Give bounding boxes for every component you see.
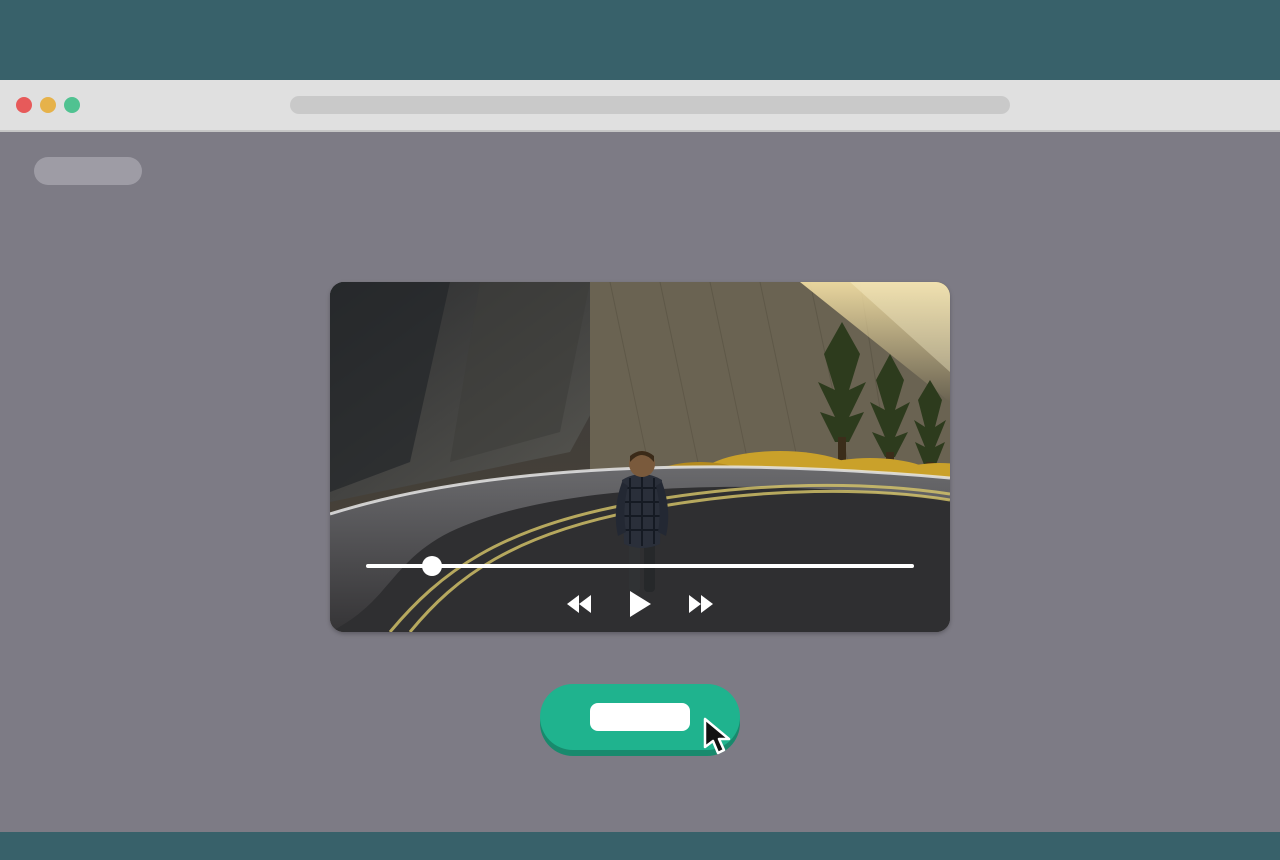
window-controls — [16, 97, 80, 113]
video-frame — [330, 282, 950, 632]
window-close-button[interactable] — [16, 97, 32, 113]
fast-forward-icon — [685, 592, 715, 616]
browser-window — [0, 80, 1280, 832]
video-controls — [330, 584, 950, 624]
window-minimize-button[interactable] — [40, 97, 56, 113]
video-player[interactable] — [330, 282, 950, 632]
play-button[interactable] — [624, 588, 656, 620]
cta-button-label — [590, 703, 690, 731]
rewind-button[interactable] — [564, 588, 596, 620]
video-progress-knob[interactable] — [422, 556, 442, 576]
page-content — [0, 132, 1280, 832]
url-bar[interactable] — [290, 96, 1010, 114]
rewind-icon — [565, 592, 595, 616]
video-progress-track[interactable] — [366, 564, 914, 568]
browser-titlebar — [0, 80, 1280, 132]
cta-button[interactable] — [540, 684, 740, 750]
forward-button[interactable] — [684, 588, 716, 620]
page-tab[interactable] — [34, 157, 142, 185]
play-icon — [627, 589, 653, 619]
window-maximize-button[interactable] — [64, 97, 80, 113]
